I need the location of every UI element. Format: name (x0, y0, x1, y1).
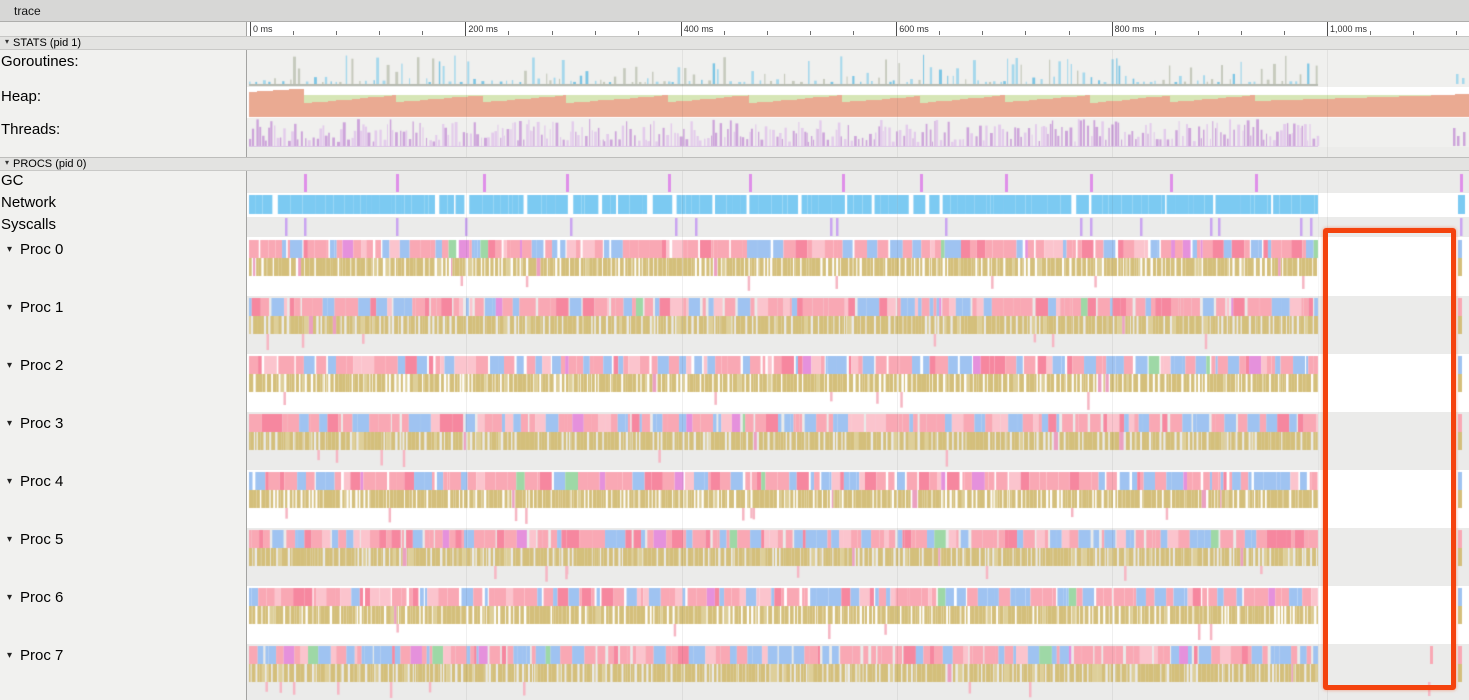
ruler-corner (0, 22, 247, 36)
ruler-tick-label: 400 ms (684, 24, 714, 34)
trace-end-boundary (1318, 171, 1319, 700)
proc-0-timeline[interactable] (247, 238, 1469, 296)
proc-4-timeline[interactable] (247, 470, 1469, 528)
gc-events-track[interactable] (247, 171, 1469, 193)
ruler-minor-tick (1155, 31, 1156, 35)
proc-5-timeline[interactable] (247, 528, 1469, 586)
ruler-major-tick (250, 22, 251, 36)
ruler-minor-tick (595, 31, 596, 35)
ruler-tick-label: 1,000 ms (1330, 24, 1367, 34)
ruler-minor-tick (336, 31, 337, 35)
ruler-major-tick (681, 22, 682, 36)
ruler-minor-tick (1025, 31, 1026, 35)
collapse-triangle-icon[interactable]: ▾ (7, 303, 12, 313)
ruler-major-tick (896, 22, 897, 36)
ruler-minor-tick (939, 31, 940, 35)
heap-chart[interactable] (247, 87, 1469, 118)
ruler-tick-label: 600 ms (899, 24, 929, 34)
sidebar-item-proc-2[interactable]: ▾ Proc 2 (7, 357, 63, 374)
ruler-minor-tick (1413, 31, 1414, 35)
proc-7-timeline[interactable] (247, 644, 1469, 700)
track-label: Heap: (1, 88, 41, 106)
collapse-triangle-icon[interactable]: ▾ (5, 38, 9, 46)
ruler-minor-tick (379, 31, 380, 35)
sidebar-item-proc-7[interactable]: ▾ Proc 7 (7, 647, 63, 664)
ruler-minor-tick (508, 31, 509, 35)
trace-viewer-window: trace 0 ms 200 ms 400 ms 600 ms 800 ms 1,000 … (0, 0, 1469, 700)
sidebar-item-proc-1[interactable]: ▾ Proc 1 (7, 299, 63, 316)
ruler-minor-tick (1456, 31, 1457, 35)
sidebar-item-proc-3[interactable]: ▾ Proc 3 (7, 415, 63, 432)
ruler-minor-tick (293, 31, 294, 35)
ruler-tick-label: 0 ms (253, 24, 273, 34)
ruler-tick-label: 800 ms (1115, 24, 1145, 34)
proc-label-text: Proc 2 (20, 357, 63, 374)
sidebar-item-proc-4[interactable]: ▾ Proc 4 (7, 473, 63, 490)
ruler-tick-label: 200 ms (468, 24, 498, 34)
collapse-triangle-icon[interactable]: ▾ (7, 535, 12, 545)
ruler-minor-tick (422, 31, 423, 35)
proc-label-text: Proc 1 (20, 299, 63, 316)
page-title: trace (14, 4, 41, 18)
ruler-major-tick (465, 22, 466, 36)
threads-chart[interactable] (247, 118, 1469, 147)
ruler-minor-tick (552, 31, 553, 35)
time-gridline (897, 36, 898, 700)
time-gridline (466, 36, 467, 700)
goroutines-chart[interactable] (247, 50, 1469, 87)
proc-label-text: Proc 6 (20, 589, 63, 606)
track-label: Threads: (1, 121, 60, 139)
time-gridline (682, 36, 683, 700)
track-label: Network (1, 194, 56, 212)
ruler-minor-tick (638, 31, 639, 35)
track-label-sidebar: Goroutines: Heap: Threads: GC Network Syscall… (0, 36, 247, 700)
collapse-triangle-icon[interactable]: ▾ (7, 245, 12, 255)
ruler-minor-tick (767, 31, 768, 35)
ruler-minor-tick (724, 31, 725, 35)
collapse-triangle-icon[interactable]: ▾ (7, 419, 12, 429)
sidebar-item-proc-5[interactable]: ▾ Proc 5 (7, 531, 63, 548)
toolbar: trace (0, 0, 1469, 22)
proc-label-text: Proc 0 (20, 241, 63, 258)
proc-label-text: Proc 7 (20, 647, 63, 664)
proc-label-text: Proc 4 (20, 473, 63, 490)
section-title: PROCS (pid 0) (13, 158, 86, 170)
proc-1-timeline[interactable] (247, 296, 1469, 354)
sidebar-item-proc-6[interactable]: ▾ Proc 6 (7, 589, 63, 606)
ruler-minor-tick (1069, 31, 1070, 35)
time-ruler[interactable]: 0 ms 200 ms 400 ms 600 ms 800 ms 1,000 ms (0, 22, 1469, 37)
network-events-track[interactable] (247, 193, 1469, 217)
syscalls-events-track[interactable] (247, 217, 1469, 237)
collapse-triangle-icon[interactable]: ▾ (7, 651, 12, 661)
sidebar-item-proc-0[interactable]: ▾ Proc 0 (7, 241, 63, 258)
ruler-minor-tick (1241, 31, 1242, 35)
time-range-selection-box[interactable] (1323, 228, 1456, 690)
ruler-minor-tick (1198, 31, 1199, 35)
collapse-triangle-icon[interactable]: ▾ (7, 361, 12, 371)
track-label: Syscalls (1, 216, 56, 234)
proc-label-text: Proc 5 (20, 531, 63, 548)
ruler-minor-tick (810, 31, 811, 35)
proc-2-timeline[interactable] (247, 354, 1469, 412)
section-header-procs[interactable]: ▾ PROCS (pid 0) (0, 157, 1469, 171)
ruler-minor-tick (982, 31, 983, 35)
time-gridline (1112, 36, 1113, 700)
ruler-minor-tick (1284, 31, 1285, 35)
track-label: Goroutines: (1, 53, 79, 71)
proc-3-timeline[interactable] (247, 412, 1469, 470)
proc-6-timeline[interactable] (247, 586, 1469, 644)
ruler-minor-tick (1370, 31, 1371, 35)
ruler-minor-tick (853, 31, 854, 35)
ruler-major-tick (1112, 22, 1113, 36)
track-label: GC (1, 172, 24, 190)
collapse-triangle-icon[interactable]: ▾ (7, 477, 12, 487)
ruler-major-tick (1327, 22, 1328, 36)
proc-label-text: Proc 3 (20, 415, 63, 432)
collapse-triangle-icon[interactable]: ▾ (7, 593, 12, 603)
section-header-stats[interactable]: ▾ STATS (pid 1) (0, 36, 1469, 50)
collapse-triangle-icon[interactable]: ▾ (5, 159, 9, 167)
section-title: STATS (pid 1) (13, 37, 81, 49)
